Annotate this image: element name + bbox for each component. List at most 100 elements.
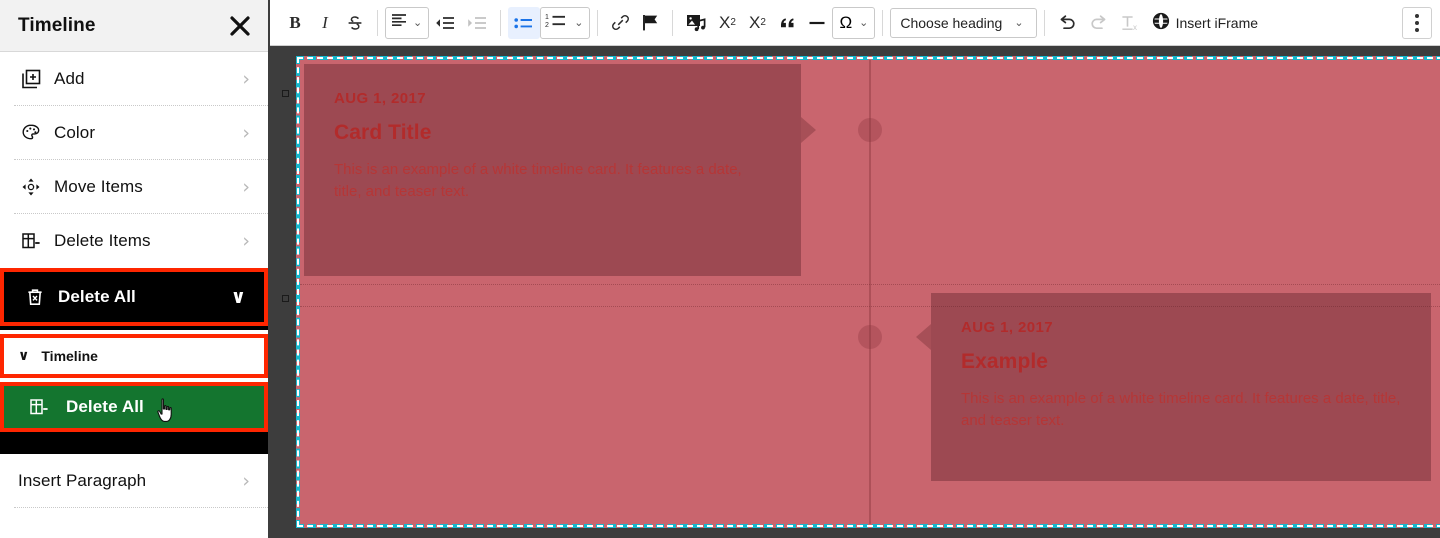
sidebar-item-color[interactable]: Color › bbox=[0, 106, 268, 160]
undo-button[interactable] bbox=[1052, 7, 1083, 39]
superscript-button[interactable]: X2 bbox=[712, 7, 742, 39]
numbered-list-icon: 1 2 bbox=[544, 11, 570, 34]
sidebar-item-move-items[interactable]: Move Items › bbox=[0, 160, 268, 214]
toolbar-divider bbox=[882, 9, 884, 36]
numbered-list-dropdown[interactable]: 1 2 ⌄ bbox=[540, 6, 591, 39]
flag-icon[interactable] bbox=[635, 7, 665, 39]
timeline-block-selection[interactable]: AUG 1, 2017 Card Title This is an exampl… bbox=[296, 56, 1440, 528]
timeline-sidebar: Timeline Add › Color › Move Items › Dele… bbox=[0, 0, 270, 538]
chevron-right-icon: › bbox=[242, 229, 250, 252]
delete-all-confirm-button[interactable]: Delete All bbox=[4, 386, 264, 428]
editor-pane: B I ⌄ 1 2 ⌄ X 2 X 2 Ω ⌄ Choose heading ⌄… bbox=[270, 0, 1440, 538]
panel-spacer bbox=[0, 326, 268, 330]
delete-all-target-select[interactable]: ∨ Timeline bbox=[4, 338, 264, 374]
kebab-dot bbox=[1415, 20, 1419, 25]
selection-handle[interactable] bbox=[282, 90, 289, 97]
insert-iframe-label: Insert iFrame bbox=[1175, 14, 1259, 31]
timeline-dot bbox=[858, 325, 882, 349]
svg-text:x: x bbox=[1133, 23, 1137, 32]
sidebar-title: Timeline bbox=[18, 14, 96, 36]
sidebar-item-label: Delete Items bbox=[54, 231, 151, 250]
toolbar-divider bbox=[1043, 9, 1045, 36]
sidebar-item-label: Insert Paragraph bbox=[18, 471, 147, 490]
toolbar-divider bbox=[500, 9, 502, 36]
svg-text:1: 1 bbox=[545, 14, 549, 21]
editor-toolbar: B I ⌄ 1 2 ⌄ X 2 X 2 Ω ⌄ Choose heading ⌄… bbox=[270, 0, 1440, 46]
application-window: Timeline Add › Color › Move Items › Dele… bbox=[0, 0, 1440, 538]
chevron-right-icon: › bbox=[242, 67, 250, 90]
delete-all-target-select-wrapper: ∨ Timeline bbox=[0, 334, 268, 378]
sidebar-item-label: Color bbox=[54, 123, 96, 142]
more-options-icon[interactable] bbox=[1402, 6, 1432, 39]
selection-handle[interactable] bbox=[282, 295, 289, 302]
special-character-dropdown[interactable]: Ω ⌄ bbox=[832, 6, 876, 39]
timeline-row-divider bbox=[300, 284, 1440, 285]
omega-icon: Ω bbox=[839, 12, 853, 32]
trash-icon bbox=[22, 285, 48, 309]
timeline-card-teaser: This is an example of a white timeline c… bbox=[961, 390, 1401, 429]
toolbar-divider bbox=[597, 9, 599, 36]
sidebar-item-add[interactable]: Add › bbox=[0, 52, 268, 106]
text-align-dropdown[interactable]: ⌄ bbox=[385, 6, 430, 39]
insert-iframe-button[interactable]: Insert iFrame bbox=[1146, 7, 1264, 39]
sidebar-item-label: Add bbox=[54, 69, 85, 88]
timeline-dot bbox=[858, 118, 882, 142]
timeline-card-title: Card Title bbox=[334, 121, 432, 144]
chevron-down-icon: ⌄ bbox=[574, 16, 584, 29]
delete-all-label: Delete All bbox=[58, 287, 136, 306]
sidebar-item-insert-paragraph[interactable]: Insert Paragraph › bbox=[0, 454, 268, 508]
chevron-down-icon: ⌄ bbox=[859, 16, 869, 29]
align-left-icon bbox=[389, 11, 409, 34]
timeline-card-pointer bbox=[916, 324, 931, 350]
subscript-button[interactable]: X2 bbox=[742, 7, 772, 39]
add-square-icon bbox=[18, 67, 44, 91]
remove-format-button[interactable]: x bbox=[1114, 7, 1146, 39]
toolbar-divider bbox=[377, 9, 378, 36]
outdent-button[interactable] bbox=[429, 7, 461, 39]
close-icon[interactable] bbox=[226, 12, 254, 40]
sidebar-item-label: Move Items bbox=[54, 177, 143, 196]
media-image-icon[interactable] bbox=[680, 7, 712, 39]
bullet-list-button[interactable] bbox=[508, 6, 541, 39]
blockquote-button[interactable] bbox=[772, 7, 802, 39]
sidebar-item-delete-items[interactable]: Delete Items › bbox=[0, 214, 268, 268]
delete-items-icon bbox=[26, 395, 52, 419]
delete-all-target-value: Timeline bbox=[41, 348, 98, 364]
svg-text:2: 2 bbox=[545, 22, 549, 29]
globe-icon bbox=[1152, 12, 1170, 33]
delete-all-confirm-label: Delete All bbox=[66, 397, 144, 416]
horizontal-rule-button[interactable] bbox=[802, 7, 832, 39]
sidebar-header: Timeline bbox=[0, 0, 268, 52]
redo-button[interactable] bbox=[1083, 7, 1114, 39]
delete-items-icon bbox=[18, 229, 44, 253]
delete-all-toggle[interactable]: Delete All ∨ bbox=[4, 272, 264, 322]
timeline-card[interactable]: AUG 1, 2017 Card Title This is an exampl… bbox=[304, 64, 801, 276]
panel-bottom-spacer bbox=[0, 432, 268, 454]
editor-canvas[interactable]: AUG 1, 2017 Card Title This is an exampl… bbox=[270, 46, 1440, 538]
indent-button[interactable] bbox=[461, 7, 493, 39]
kebab-dot bbox=[1415, 13, 1419, 18]
chevron-down-icon: ⌄ bbox=[1014, 16, 1024, 29]
chevron-right-icon: › bbox=[242, 121, 250, 144]
chevron-right-icon: › bbox=[242, 469, 250, 492]
toolbar-divider bbox=[672, 9, 674, 36]
timeline-card-date: AUG 1, 2017 bbox=[334, 90, 426, 107]
link-icon[interactable] bbox=[605, 7, 635, 39]
italic-button[interactable]: I bbox=[310, 7, 340, 39]
bold-button[interactable]: B bbox=[280, 7, 310, 39]
chevron-down-icon: ∨ bbox=[230, 285, 246, 308]
heading-dropdown-label: Choose heading bbox=[900, 14, 1003, 31]
strikethrough-button[interactable] bbox=[340, 7, 370, 39]
timeline-card-teaser: This is an example of a white timeline c… bbox=[334, 161, 742, 200]
palette-icon bbox=[18, 121, 44, 145]
timeline-card-title: Example bbox=[961, 350, 1049, 373]
heading-dropdown[interactable]: Choose heading ⌄ bbox=[890, 7, 1037, 38]
chevron-down-icon: ⌄ bbox=[413, 16, 423, 29]
delete-all-confirm-wrapper: Delete All bbox=[0, 382, 268, 432]
timeline-card[interactable]: AUG 1, 2017 Example This is an example o… bbox=[931, 293, 1431, 481]
chevron-right-icon: › bbox=[242, 175, 250, 198]
mouse-cursor-pointer-icon bbox=[156, 398, 178, 424]
move-arrows-icon bbox=[18, 175, 44, 199]
timeline-card-date: AUG 1, 2017 bbox=[961, 319, 1053, 336]
timeline-card-pointer bbox=[801, 117, 816, 143]
